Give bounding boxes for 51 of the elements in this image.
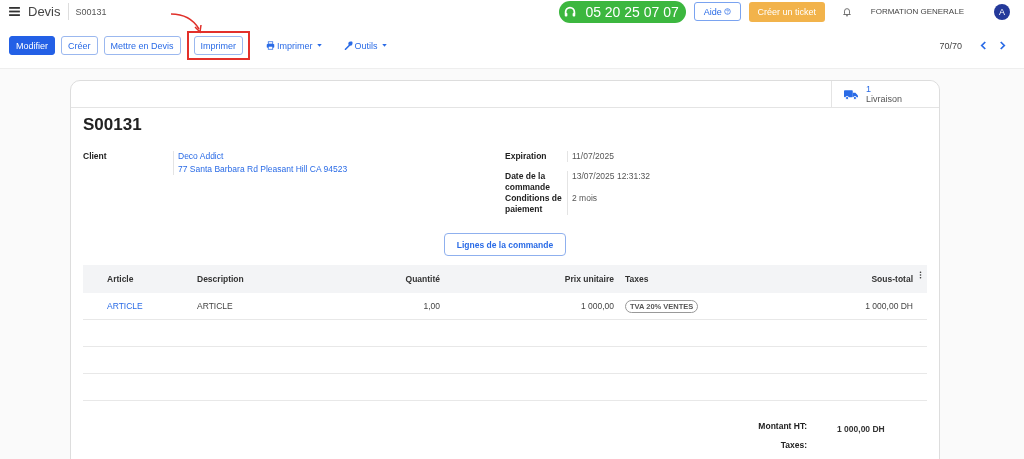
next-icon[interactable] [999, 41, 1006, 50]
printer-icon [266, 41, 276, 50]
order-lines-button[interactable]: Lignes de la commande [444, 233, 566, 256]
print-menu-button[interactable]: Imprimer [260, 36, 328, 55]
column-header: Taxes [624, 274, 650, 284]
document-title: S00131 [83, 115, 143, 135]
column-header: Description [197, 274, 245, 284]
caret-icon [316, 44, 322, 47]
field-value: 13/07/2025 12:31:32 [572, 171, 650, 182]
app-title: Devis [28, 4, 61, 19]
delivery-stat-button[interactable]: 1 Livraison [831, 81, 939, 107]
help-icon [723, 8, 731, 15]
column-header: Sous-total [870, 274, 913, 284]
field-value: 11/07/2025 [572, 151, 614, 162]
print-button[interactable]: Imprimer [193, 36, 244, 55]
truck-icon [844, 88, 858, 100]
total-label: Taxes: [780, 440, 807, 450]
table-cell-text: 1 000,00 [579, 301, 614, 311]
toolbar-button[interactable]: Créer [61, 36, 98, 55]
field-label: Expiration [505, 151, 548, 162]
help-button[interactable]: Aide [693, 2, 741, 21]
column-header: Prix unitaire [563, 274, 614, 284]
pager-counter: 70/70 [939, 40, 962, 51]
column-header: Article [107, 274, 135, 284]
wrench-icon [343, 41, 353, 50]
field-label: Date de la commande [505, 171, 551, 193]
tools-menu-button[interactable]: Outils [337, 36, 393, 55]
toolbar-button[interactable]: Mettre en Devis [103, 36, 181, 55]
company-name[interactable]: FORMATION GENERALE [870, 7, 964, 16]
bell-icon[interactable] [841, 6, 852, 17]
breadcrumb[interactable]: S00131 [75, 6, 107, 17]
table-cell-text: ARTICLE [197, 301, 234, 311]
field-label: Client [83, 151, 108, 163]
table-cell-text: 1,00 [422, 301, 440, 311]
menu-icon[interactable] [9, 7, 20, 16]
field-label: Conditions de paiement [505, 193, 563, 215]
client-link[interactable]: 77 Santa Barbara Rd Pleasant Hill CA 94523 [178, 164, 348, 175]
caret-icon [381, 44, 387, 47]
edit-button[interactable]: Modifier [9, 36, 55, 55]
phone-number: 05 20 25 07 07 [585, 4, 679, 20]
user-avatar[interactable]: A [994, 3, 1010, 20]
table-cell-text: 1 000,00 DH [864, 301, 913, 311]
column-header: Quantité [404, 274, 440, 284]
more-icon[interactable] [919, 271, 922, 279]
table-cell[interactable]: ARTICLE [107, 301, 197, 311]
total-label: Montant HT: [758, 421, 807, 433]
headset-icon [563, 5, 578, 19]
field-value: 2 mois [572, 193, 598, 204]
previous-icon[interactable] [980, 41, 987, 50]
total-value: 1 000,00 DH [837, 424, 886, 434]
client-link[interactable]: Deco Addict [178, 151, 348, 162]
